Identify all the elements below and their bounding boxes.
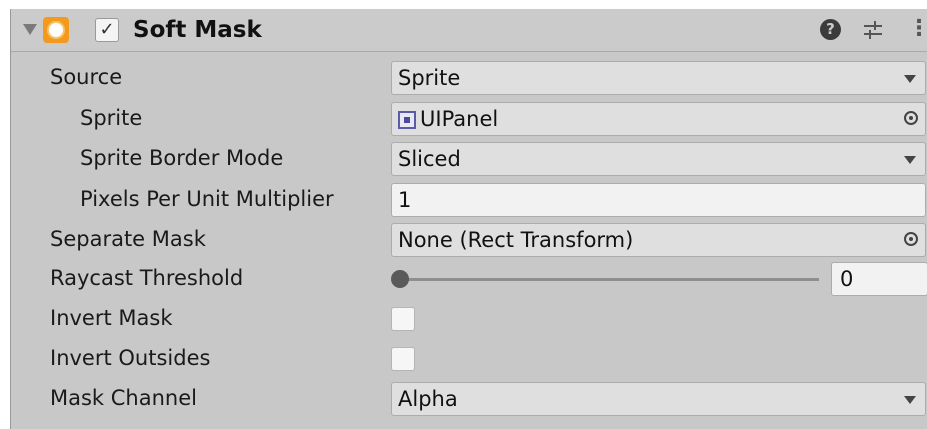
sprite-label: Sprite [80, 106, 143, 130]
sprite-object-field[interactable]: UIPanel [391, 102, 926, 136]
separate-mask-value: None (Rect Transform) [398, 228, 634, 252]
property-row-pixels-per-unit-multiplier: Pixels Per Unit Multiplier 1 [11, 181, 927, 221]
source-dropdown[interactable]: Sprite [391, 61, 926, 95]
mask-channel-dropdown[interactable]: Alpha [391, 382, 926, 416]
object-picker-icon[interactable] [904, 111, 918, 125]
invert-outsides-label: Invert Outsides [50, 346, 211, 370]
separate-mask-label: Separate Mask [50, 227, 206, 251]
mask-channel-label: Mask Channel [50, 386, 197, 410]
component-header[interactable]: ✓ Soft Mask ? ⋮ [11, 9, 927, 52]
sprite-value: UIPanel [420, 107, 499, 131]
dropdown-arrow-icon [904, 75, 916, 83]
raycast-threshold-label: Raycast Threshold [50, 266, 244, 290]
soft-mask-component-icon [43, 17, 69, 43]
soft-mask-component-panel: ✓ Soft Mask ? ⋮ Source Sprite Sprite UIP… [10, 9, 927, 429]
context-menu-icon[interactable]: ⋮ [908, 16, 927, 42]
raycast-threshold-slider-handle[interactable] [391, 270, 409, 288]
sprite-border-mode-label: Sprite Border Mode [80, 146, 284, 170]
invert-outsides-checkbox[interactable] [391, 347, 415, 371]
sprite-border-mode-value: Sliced [398, 147, 461, 171]
component-enabled-checkbox[interactable]: ✓ [95, 18, 119, 42]
property-row-sprite-border-mode: Sprite Border Mode Sliced [11, 140, 927, 180]
mask-channel-value: Alpha [398, 387, 458, 411]
source-value: Sprite [398, 66, 461, 90]
dropdown-arrow-icon [904, 396, 916, 404]
property-row-source: Source Sprite [11, 59, 927, 99]
component-title: Soft Mask [133, 17, 262, 43]
invert-mask-label: Invert Mask [50, 306, 173, 330]
raycast-threshold-value: 0 [840, 267, 854, 291]
raycast-threshold-slider-track[interactable] [395, 278, 819, 281]
foldout-arrow-icon[interactable] [23, 24, 37, 35]
raycast-threshold-input[interactable]: 0 [831, 262, 927, 296]
dropdown-arrow-icon [904, 156, 916, 164]
source-label: Source [50, 65, 123, 89]
object-picker-icon[interactable] [904, 232, 918, 246]
pixels-per-unit-multiplier-label: Pixels Per Unit Multiplier [80, 187, 334, 211]
pixels-per-unit-multiplier-value: 1 [398, 188, 412, 212]
pixels-per-unit-multiplier-input[interactable]: 1 [391, 183, 926, 217]
property-row-invert-mask: Invert Mask [11, 300, 927, 340]
presets-icon[interactable] [861, 18, 885, 42]
sprite-border-mode-dropdown[interactable]: Sliced [391, 142, 926, 176]
property-row-invert-outsides: Invert Outsides [11, 340, 927, 380]
property-row-separate-mask: Separate Mask None (Rect Transform) [11, 221, 927, 261]
property-row-raycast-threshold: Raycast Threshold 0 [11, 260, 927, 300]
sprite-asset-icon [398, 111, 416, 129]
help-icon[interactable]: ? [820, 19, 841, 40]
property-row-sprite: Sprite UIPanel [11, 100, 927, 140]
property-row-mask-channel: Mask Channel Alpha [11, 380, 927, 420]
invert-mask-checkbox[interactable] [391, 307, 415, 331]
separate-mask-object-field[interactable]: None (Rect Transform) [391, 223, 926, 257]
